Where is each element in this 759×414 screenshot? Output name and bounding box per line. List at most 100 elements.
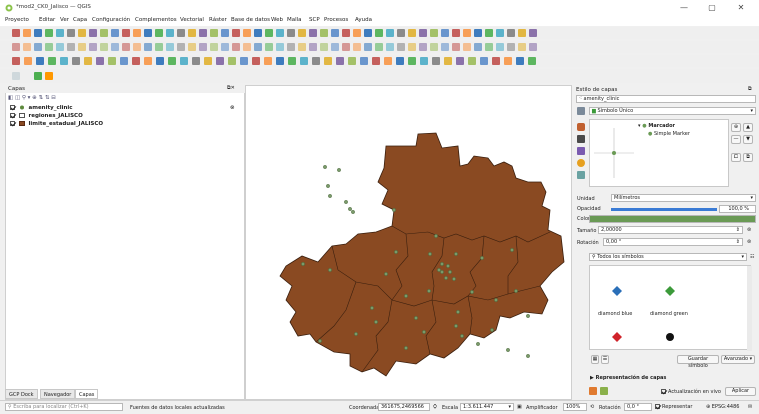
- redo-icon[interactable]: [600, 387, 608, 395]
- toolbar-icon[interactable]: [24, 57, 32, 65]
- move-up-button[interactable]: ▲: [743, 123, 753, 132]
- menu-editar[interactable]: Editar: [39, 17, 55, 23]
- toolbar-icon[interactable]: [100, 29, 108, 37]
- move-down-button[interactable]: ▼: [743, 135, 753, 144]
- toolbar-icon[interactable]: [228, 57, 236, 65]
- toolbar-icon[interactable]: [265, 29, 273, 37]
- diamond-red-icon[interactable]: [612, 332, 622, 342]
- toolbar-icon[interactable]: [492, 57, 500, 65]
- data-defined-icon[interactable]: ⊜: [747, 227, 751, 233]
- layer-checkbox[interactable]: [10, 121, 15, 126]
- toolbar-icon[interactable]: [480, 57, 488, 65]
- toolbar-icon[interactable]: [419, 29, 427, 37]
- magnifier-field[interactable]: 100%: [563, 403, 587, 411]
- rotation-field[interactable]: 0,0 °: [624, 403, 652, 411]
- toolbar-icon[interactable]: [168, 57, 176, 65]
- toolbar-icon[interactable]: [155, 43, 163, 51]
- toolbar-icon[interactable]: [252, 57, 260, 65]
- toolbar-icon[interactable]: [364, 29, 372, 37]
- toolbar-icon[interactable]: [265, 43, 273, 51]
- toolbar-icon[interactable]: [78, 29, 86, 37]
- toolbar-icon[interactable]: [144, 29, 152, 37]
- tree-root-marker[interactable]: ▾ ● Marcador: [638, 123, 675, 129]
- opacity-field[interactable]: 100,0 %: [719, 205, 756, 213]
- toolbar-icon[interactable]: [78, 43, 86, 51]
- toolbar-icon[interactable]: [287, 43, 295, 51]
- toolbar-icon[interactable]: [353, 43, 361, 51]
- toolbar-icon[interactable]: [60, 57, 68, 65]
- toolbar-icon[interactable]: [89, 43, 97, 51]
- remove-layer-button[interactable]: —: [731, 135, 741, 144]
- toolbar-icon[interactable]: [133, 43, 141, 51]
- layer-filter-icon[interactable]: ⊗: [230, 105, 235, 111]
- toolbar-icon[interactable]: [232, 29, 240, 37]
- toolbar-icon[interactable]: [496, 29, 504, 37]
- toolbar-icon[interactable]: [312, 57, 320, 65]
- toolbar-icon[interactable]: [204, 57, 212, 65]
- toolbar-icon[interactable]: [384, 57, 392, 65]
- toolbar-icon[interactable]: [485, 43, 493, 51]
- tab-capas[interactable]: Capas: [75, 389, 99, 399]
- panel-float-icon[interactable]: ⧉: [748, 86, 752, 92]
- toolbar-icon[interactable]: [89, 29, 97, 37]
- messages-icon[interactable]: ✉: [748, 404, 752, 410]
- toolbar-icon[interactable]: [353, 29, 361, 37]
- live-update-checkbox[interactable]: Actualización en vivo: [661, 389, 721, 395]
- toolbar-icon[interactable]: [386, 43, 394, 51]
- 3d-view-icon[interactable]: [577, 159, 585, 167]
- toolbar-icon[interactable]: [243, 29, 251, 37]
- toolbar-icon[interactable]: [342, 43, 350, 51]
- toolbar-icon[interactable]: [456, 57, 464, 65]
- add-layer-button[interactable]: ⊕: [731, 123, 741, 132]
- toolbar-icon[interactable]: [199, 43, 207, 51]
- toolbar-icon[interactable]: [254, 43, 262, 51]
- toolbar-icon[interactable]: [166, 29, 174, 37]
- menu-base-de-datos[interactable]: Base de datos: [231, 17, 270, 23]
- menu-raster[interactable]: Ráster: [209, 17, 227, 23]
- style-manager-icon[interactable]: ☷: [750, 254, 754, 260]
- toolbar-icon[interactable]: [232, 43, 240, 51]
- toolbar-icon[interactable]: [100, 43, 108, 51]
- toolbar-icon[interactable]: [122, 29, 130, 37]
- opacity-slider[interactable]: [611, 208, 717, 211]
- menu-ayuda[interactable]: Ayuda: [355, 17, 372, 23]
- toolbar-icon[interactable]: [12, 43, 20, 51]
- toolbar-icon[interactable]: [199, 29, 207, 37]
- menu-capa[interactable]: Capa: [73, 17, 87, 23]
- size-field[interactable]: 2,00000 ⇕: [598, 226, 743, 234]
- toolbar-icon[interactable]: [144, 57, 152, 65]
- toolbar-icon[interactable]: [496, 43, 504, 51]
- toolbar-icon[interactable]: [108, 57, 116, 65]
- circle-black-icon[interactable]: [665, 332, 675, 342]
- toolbar-icon[interactable]: [331, 29, 339, 37]
- renderer-select[interactable]: ▆ Símbolo Único ▾: [589, 107, 756, 115]
- menu-web[interactable]: Web: [271, 17, 283, 23]
- toolbar-icon[interactable]: [348, 57, 356, 65]
- data-defined-icon[interactable]: ⊜: [747, 239, 751, 245]
- masks-icon[interactable]: [577, 147, 585, 155]
- toolbar-icon[interactable]: [375, 43, 383, 51]
- toolbar-icon[interactable]: [72, 57, 80, 65]
- layer-item-regiones[interactable]: regiones_JALISCO: [10, 113, 83, 120]
- toolbar-icon[interactable]: [386, 29, 394, 37]
- paint-brush-icon[interactable]: [577, 107, 585, 115]
- toolbar-icon[interactable]: [216, 57, 224, 65]
- toolbar-icon[interactable]: [298, 29, 306, 37]
- toolbar-icon[interactable]: [254, 29, 262, 37]
- toolbar-icon[interactable]: [320, 43, 328, 51]
- duplicate-button[interactable]: ⧉: [743, 153, 753, 162]
- toolbar-icon[interactable]: [177, 29, 185, 37]
- coordinate-field[interactable]: 361675,2469566: [378, 403, 430, 411]
- menu-complementos[interactable]: Complementos: [135, 17, 177, 23]
- layer-select[interactable]: ⁖ amenity_clinic: [576, 95, 756, 103]
- toolbar-icon[interactable]: [23, 43, 31, 51]
- toolbar-icon[interactable]: [441, 29, 449, 37]
- tab-gcp-dock[interactable]: GCP Dock: [5, 389, 38, 399]
- toolbar-icon[interactable]: [529, 43, 537, 51]
- toolbar-icon[interactable]: [12, 57, 20, 65]
- toolbar-icon[interactable]: [444, 57, 452, 65]
- restore-button[interactable]: ▢: [700, 2, 724, 14]
- toolbar-icon[interactable]: [518, 43, 526, 51]
- toolbar-icon[interactable]: [12, 29, 20, 37]
- toolbar-icon[interactable]: [452, 43, 460, 51]
